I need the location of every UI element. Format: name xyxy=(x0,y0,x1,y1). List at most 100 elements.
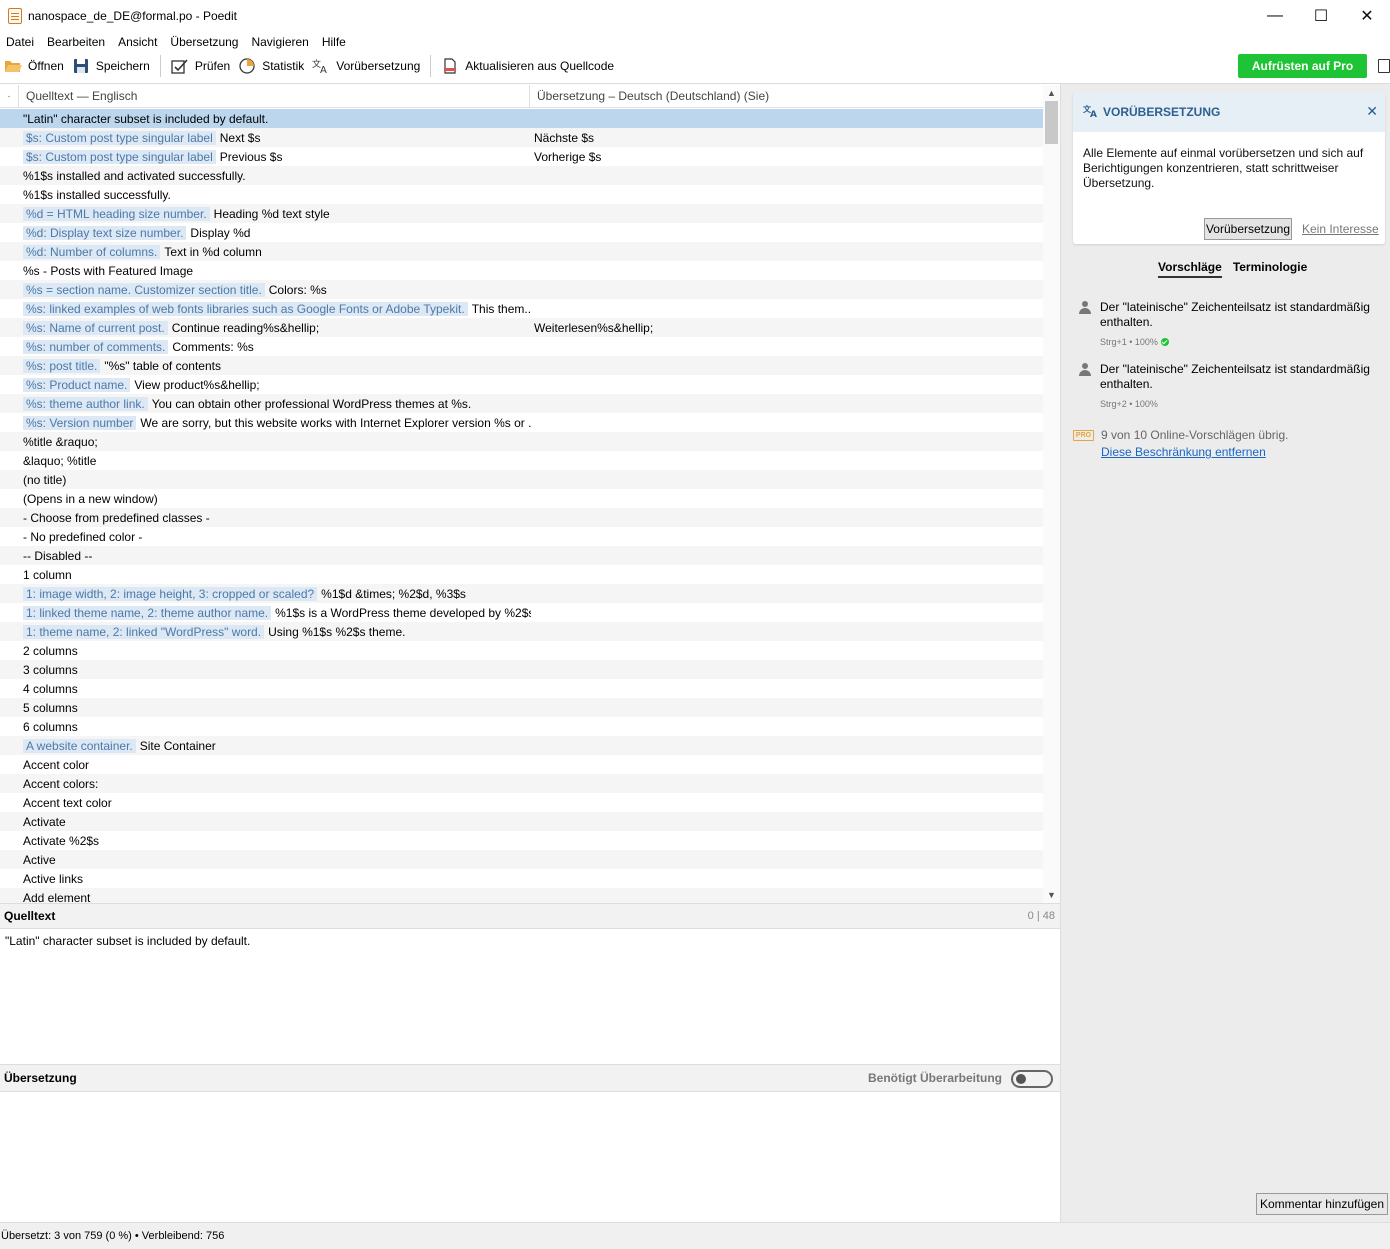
close-button[interactable]: ✕ xyxy=(1344,0,1390,32)
menu-ansicht[interactable]: Ansicht xyxy=(112,35,164,49)
source-string: Continue reading%s&hellip; xyxy=(171,320,320,335)
table-row[interactable]: 5 columns xyxy=(0,698,1043,717)
table-row[interactable]: 6 columns xyxy=(0,717,1043,736)
pretranslate-button[interactable]: 文A Vorübersetzung xyxy=(308,54,424,78)
source-cell: 4 columns xyxy=(23,682,531,696)
table-row[interactable]: %s = section name. Customizer section ti… xyxy=(0,280,1043,299)
table-row[interactable]: %1$s installed and activated successfull… xyxy=(0,166,1043,185)
translation-input[interactable] xyxy=(0,1092,1060,1222)
suggestion-text: Der "lateinische" Zeichenteilsatz ist st… xyxy=(1100,362,1370,391)
update-from-source-button[interactable]: Aktualisieren aus Quellcode xyxy=(437,54,618,78)
source-string: Accent colors: xyxy=(23,776,99,791)
source-string: %1$s installed and activated successfull… xyxy=(23,168,246,183)
source-cell: Active links xyxy=(23,872,531,886)
table-row[interactable]: %1$s installed successfully. xyxy=(0,185,1043,204)
table-row[interactable]: 2 columns xyxy=(0,641,1043,660)
not-interested-link[interactable]: Kein Interesse xyxy=(1302,222,1379,236)
table-row[interactable]: %d: Number of columns. Text in %d column xyxy=(0,242,1043,261)
table-row[interactable]: $s: Custom post type singular label Previ… xyxy=(0,147,1043,166)
table-row[interactable]: 3 columns xyxy=(0,660,1043,679)
table-row[interactable]: 1 column xyxy=(0,565,1043,584)
add-comment-button[interactable]: Kommentar hinzufügen xyxy=(1256,1193,1388,1215)
menu-uebersetzung[interactable]: Übersetzung xyxy=(164,35,245,49)
close-icon[interactable]: ✕ xyxy=(1366,103,1378,120)
table-row[interactable]: 1: image width, 2: image height, 3: crop… xyxy=(0,584,1043,603)
menu-hilfe[interactable]: Hilfe xyxy=(316,35,353,49)
minimize-button[interactable]: — xyxy=(1252,0,1298,32)
source-cell: 1 column xyxy=(23,568,531,582)
table-row[interactable]: Accent text color xyxy=(0,793,1043,812)
table-row[interactable]: Activate %2$s xyxy=(0,831,1043,850)
table-row[interactable]: $s: Custom post type singular label Next … xyxy=(0,128,1043,147)
list-scrollbar[interactable]: ▲ ▼ xyxy=(1043,85,1060,903)
open-button[interactable]: Öffnen xyxy=(0,54,68,78)
table-row[interactable]: -- Disabled -- xyxy=(0,546,1043,565)
table-row[interactable]: Add element xyxy=(0,888,1043,903)
source-string: We are sorry, but this website works wit… xyxy=(140,415,531,430)
source-cell: 1: image width, 2: image height, 3: crop… xyxy=(23,586,531,601)
table-row[interactable]: %s: post title. "%s" table of contents xyxy=(0,356,1043,375)
save-button[interactable]: Speichern xyxy=(68,54,154,78)
source-cell: %d: Number of columns. Text in %d column xyxy=(23,244,531,259)
table-row[interactable]: - No predefined color - xyxy=(0,527,1043,546)
needs-review-toggle[interactable] xyxy=(1011,1070,1053,1088)
menu-bearbeiten[interactable]: Bearbeiten xyxy=(41,35,112,49)
scroll-thumb[interactable] xyxy=(1045,101,1058,144)
source-column-header[interactable]: Quelltext — Englisch xyxy=(19,84,530,108)
scroll-down-icon[interactable]: ▼ xyxy=(1043,887,1060,903)
table-row[interactable]: Accent color xyxy=(0,755,1043,774)
table-row[interactable]: Active xyxy=(0,850,1043,869)
table-row[interactable]: - Choose from predefined classes - xyxy=(0,508,1043,527)
suggestion-item[interactable]: Der "lateinische" Zeichenteilsatz ist st… xyxy=(1079,300,1379,350)
source-cell: %s: theme author link. You can obtain oth… xyxy=(23,396,531,411)
context-tag: %s: Name of current post. xyxy=(23,320,168,335)
menu-navigieren[interactable]: Navigieren xyxy=(245,35,315,49)
table-row[interactable]: %s: linked examples of web fonts librari… xyxy=(0,299,1043,318)
suggestion-item[interactable]: Der "lateinische" Zeichenteilsatz ist st… xyxy=(1079,362,1379,412)
table-row[interactable]: (Opens in a new window) xyxy=(0,489,1043,508)
table-row[interactable]: 1: theme name, 2: linked "WordPress" wor… xyxy=(0,622,1043,641)
pretranslate-card-button[interactable]: Vorübersetzung xyxy=(1204,218,1292,240)
table-row[interactable]: %title &raquo; xyxy=(0,432,1043,451)
source-string: 2 columns xyxy=(23,643,78,658)
sidebar-toggle-icon[interactable] xyxy=(1378,59,1390,73)
table-row[interactable]: Activate xyxy=(0,812,1043,831)
table-row[interactable]: Accent colors: xyxy=(0,774,1043,793)
table-row[interactable]: 4 columns xyxy=(0,679,1043,698)
translation-column-header[interactable]: Übersetzung – Deutsch (Deutschland) (Sie… xyxy=(530,85,769,108)
table-row[interactable]: "Latin" character subset is included by … xyxy=(0,109,1043,128)
table-row[interactable]: (no title) xyxy=(0,470,1043,489)
context-tag: %s: number of comments. xyxy=(23,339,169,354)
table-row[interactable]: %d = HTML heading size number. Heading %d… xyxy=(0,204,1043,223)
list-header: · Quelltext — Englisch Übersetzung – Deu… xyxy=(0,84,1043,108)
source-string: Activate %2$s xyxy=(23,833,100,848)
translate-icon: 文A xyxy=(1083,104,1099,121)
table-row[interactable]: Active links xyxy=(0,869,1043,888)
context-tag: %s: linked examples of web fonts librari… xyxy=(23,301,468,316)
tab-suggestions[interactable]: Vorschläge xyxy=(1158,260,1222,278)
table-row[interactable]: %s - Posts with Featured Image xyxy=(0,261,1043,280)
table-row[interactable]: %s: Name of current post. Continue readin… xyxy=(0,318,1043,337)
table-row[interactable]: %s: theme author link. You can obtain oth… xyxy=(0,394,1043,413)
menu-datei[interactable]: Datei xyxy=(0,35,41,49)
table-row[interactable]: 1: linked theme name, 2: theme author na… xyxy=(0,603,1043,622)
table-row[interactable]: A website container. Site Container xyxy=(0,736,1043,755)
table-row[interactable]: %d: Display text size number. Display %d xyxy=(0,223,1043,242)
statistics-button[interactable]: Statistik xyxy=(234,54,308,78)
tab-terminology[interactable]: Terminologie xyxy=(1233,260,1307,278)
source-cell: Active xyxy=(23,853,531,867)
table-row[interactable]: %s: Version number We are sorry, but this… xyxy=(0,413,1043,432)
scroll-up-icon[interactable]: ▲ xyxy=(1043,85,1060,101)
source-cell: 1: theme name, 2: linked "WordPress" wor… xyxy=(23,624,531,639)
validate-button[interactable]: Prüfen xyxy=(167,54,234,78)
translate-icon: 文A xyxy=(312,57,330,75)
maximize-button[interactable]: ☐ xyxy=(1298,0,1344,32)
remove-limit-link[interactable]: Diese Beschränkung entfernen xyxy=(1101,445,1266,459)
table-row[interactable]: %s: number of comments. Comments: %s xyxy=(0,337,1043,356)
upgrade-pro-button[interactable]: Aufrüsten auf Pro xyxy=(1238,54,1367,78)
source-string: Using %1$s %2$s theme. xyxy=(268,624,406,639)
pie-chart-icon xyxy=(238,57,256,75)
table-row[interactable]: %s: Product name. View product%s&hellip; xyxy=(0,375,1043,394)
status-column-header[interactable]: · xyxy=(0,84,19,108)
table-row[interactable]: &laquo; %title xyxy=(0,451,1043,470)
